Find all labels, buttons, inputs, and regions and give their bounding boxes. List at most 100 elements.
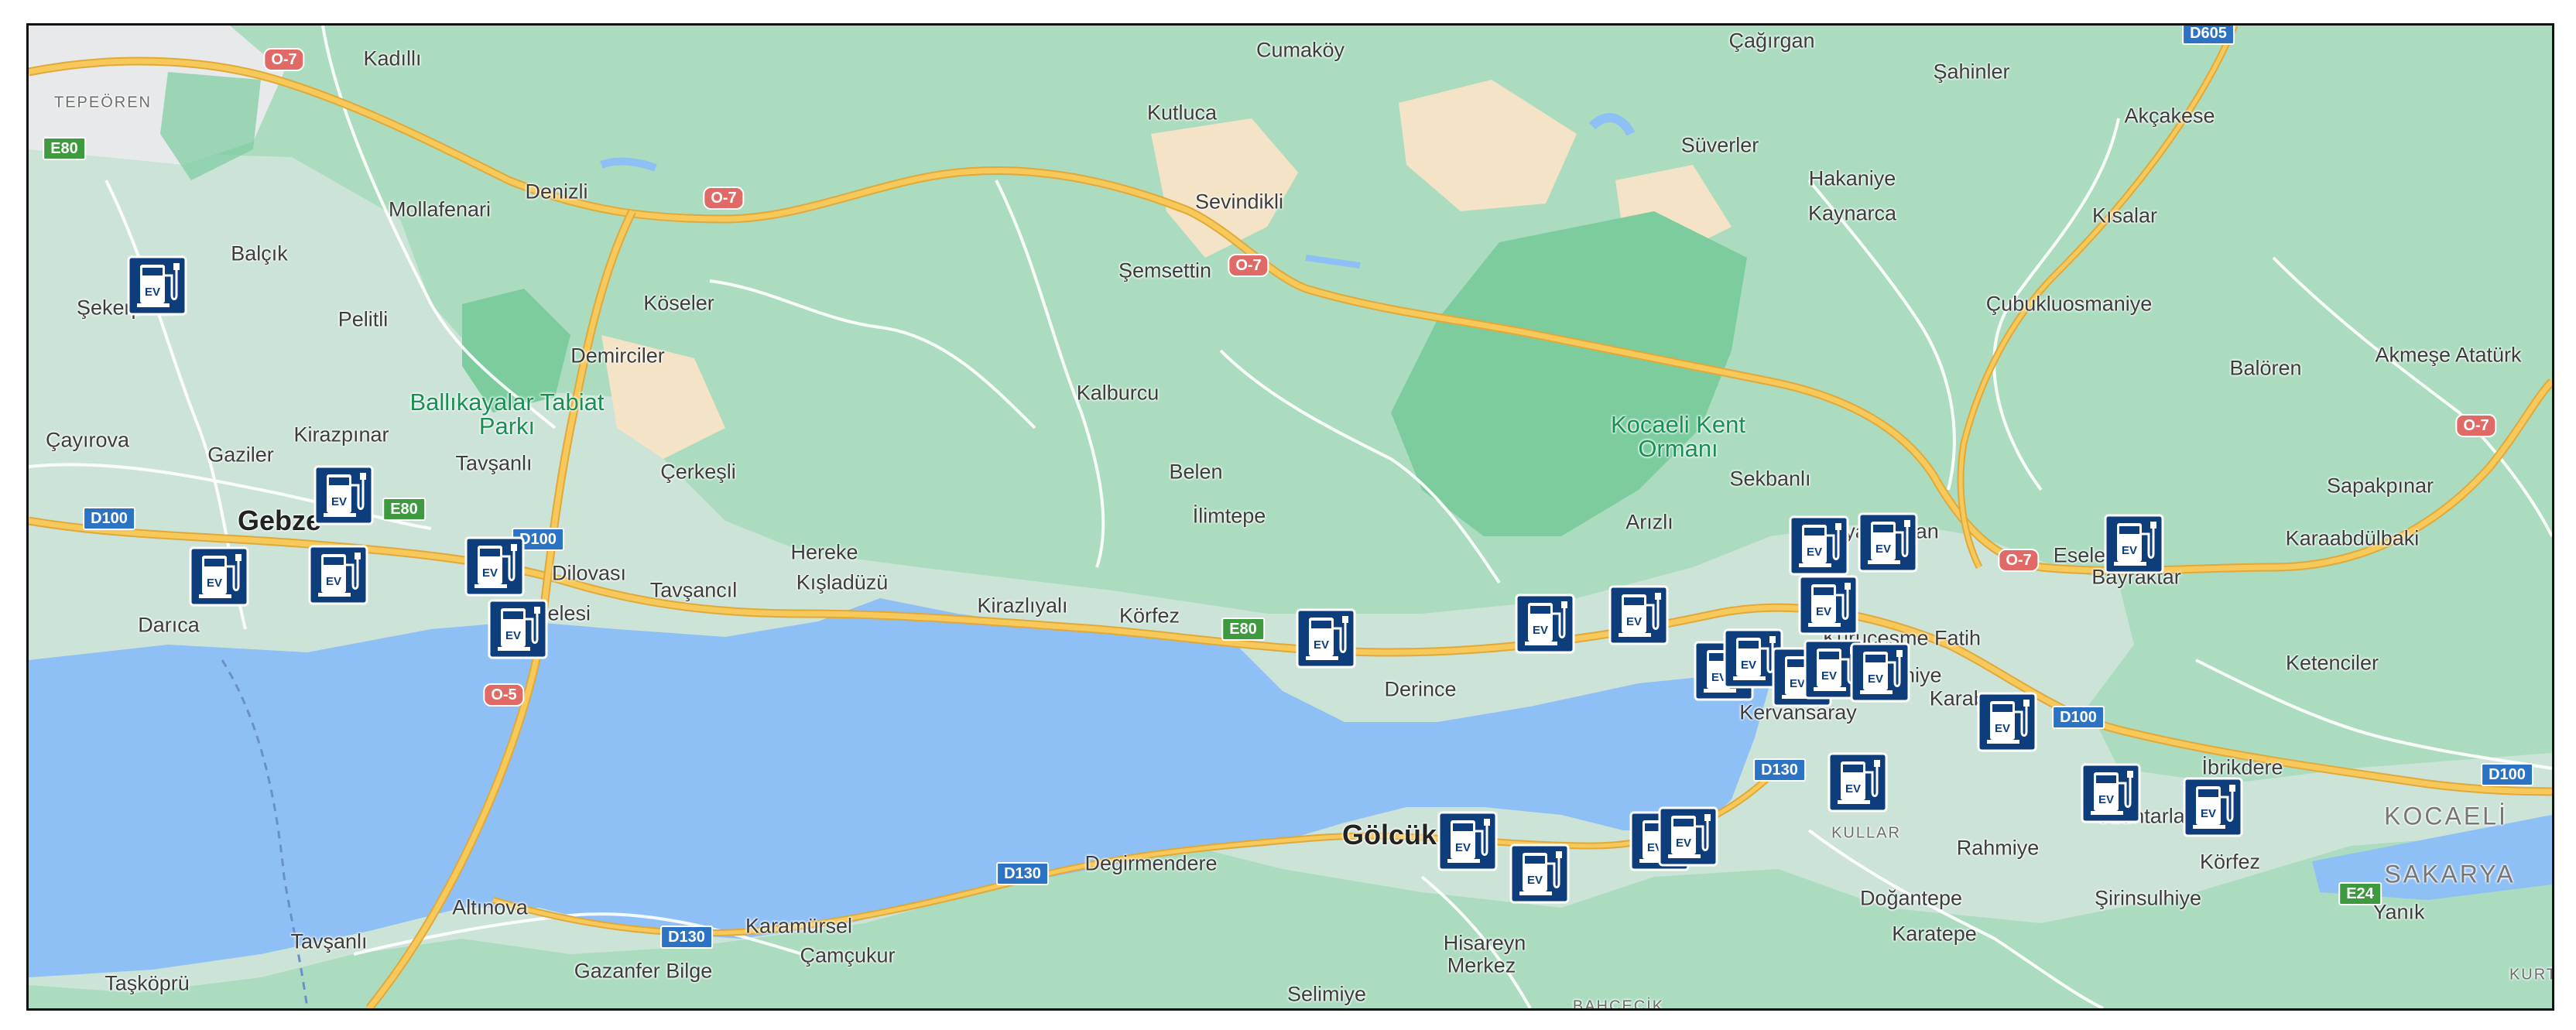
place-label: Çerkeşli — [660, 460, 736, 484]
place-label: BAHÇECİK — [1572, 997, 1665, 1011]
place-label: SAKARYA — [2384, 860, 2516, 888]
ev-charging-station-icon[interactable]: EV — [1858, 512, 1918, 573]
place-label: KURT — [2509, 966, 2554, 984]
place-label: Hisareyn — [1443, 931, 1526, 955]
place-label: Karaabdülbaki — [2285, 526, 2420, 550]
place-label: Körfez — [1118, 604, 1180, 628]
ev-charging-station-icon[interactable]: EV — [1798, 575, 1858, 635]
ev-charging-station-icon[interactable]: EV — [464, 536, 525, 597]
ev-charging-station-icon[interactable]: EV — [488, 599, 548, 659]
place-label: Çubukluosmaniye — [1985, 292, 2153, 316]
place-label: Çamçukur — [800, 943, 896, 967]
place-label: Çayırova — [45, 428, 130, 452]
ev-marker-label: EV — [1807, 546, 1822, 559]
ev-charging-station-icon[interactable]: EV — [1658, 806, 1718, 867]
road-shield: D130 — [1753, 758, 1806, 782]
place-label: Sevindikli — [1194, 190, 1284, 214]
place-label: Hakaniye — [1808, 166, 1896, 190]
place-label: Tavşanlı — [455, 451, 533, 475]
ev-marker-label: EV — [1995, 722, 2010, 735]
place-label: Karatepe — [1892, 922, 1977, 946]
place-label: Sekbanlı — [1729, 467, 1811, 491]
place-label: Çağırgan — [1728, 29, 1815, 53]
place-label: Kısalar — [2091, 204, 2158, 228]
map-viewport[interactable]: Kadıllı TEPEÖREN Mollafenari Denizli Balçık Ş… — [26, 23, 2554, 1011]
ev-marker-label: EV — [1845, 782, 1861, 796]
road-shield: D130 — [660, 926, 713, 949]
place-label: Rahmiye — [1956, 836, 2040, 860]
ev-marker-label: EV — [1816, 605, 1831, 618]
place-label: Körfez — [2199, 850, 2261, 874]
ev-charging-station-icon[interactable]: EV — [189, 546, 249, 607]
place-label: Taşköprü — [104, 971, 190, 995]
place-label: Kutluca — [1146, 101, 1218, 125]
place-label: Gazanfer Bilge — [574, 959, 713, 983]
ev-charging-station-icon[interactable]: EV — [2081, 763, 2141, 823]
ev-marker-label: EV — [505, 629, 521, 642]
place-label: Denizli — [525, 180, 588, 204]
ev-marker-label: EV — [326, 575, 341, 588]
place-label: Kadıllı — [363, 46, 422, 70]
place-label: Akmeşe Atatürk — [2375, 343, 2522, 367]
place-label: Gaziler — [207, 443, 274, 467]
place-label: KOCAELİ — [2384, 802, 2508, 830]
place-label: Kirazlıyalı — [977, 594, 1068, 618]
ev-charging-station-icon[interactable]: EV — [127, 255, 187, 316]
place-label: Şirinsulhiye — [2094, 886, 2202, 910]
place-label: Şahinler — [1933, 60, 2010, 84]
ev-charging-station-icon[interactable]: EV — [1515, 594, 1575, 654]
ev-marker-label: EV — [2098, 793, 2114, 806]
place-label: TEPEÖREN — [53, 94, 152, 111]
place-label: Balören — [2229, 356, 2302, 380]
ev-marker-label: EV — [1626, 615, 1642, 628]
place-label: Sapakpınar — [2326, 474, 2434, 498]
road-shield: O-5 — [483, 683, 525, 707]
ev-marker-label: EV — [207, 577, 222, 590]
place-label: Şemsettin — [1118, 258, 1212, 282]
ev-charging-station-icon[interactable]: EV — [2104, 514, 2164, 574]
ev-marker-label: EV — [482, 566, 498, 580]
place-label: KULLAR — [1831, 824, 1901, 842]
place-label: Hereke — [790, 540, 858, 564]
road-shield: O-7 — [1998, 549, 2040, 572]
ev-charging-station-icon[interactable]: EV — [2183, 777, 2243, 837]
place-label: Arızlı — [1625, 510, 1673, 534]
road-shield: E80 — [43, 137, 86, 160]
ev-marker-label: EV — [2201, 807, 2216, 820]
ev-charging-station-icon[interactable]: EV — [313, 465, 374, 525]
place-label: Dilovası — [551, 561, 627, 585]
ev-marker-label: EV — [1868, 672, 1883, 686]
road-shield: O-7 — [1228, 254, 1269, 277]
ev-marker-label: EV — [1821, 669, 1837, 683]
place-label: Ketenciler — [2285, 651, 2379, 675]
ev-marker-label: EV — [1790, 677, 1805, 690]
road-shield: O-7 — [703, 186, 745, 210]
ev-charging-station-icon[interactable]: EV — [1509, 844, 1570, 904]
place-label: Köseler — [643, 291, 714, 315]
ev-charging-station-icon[interactable]: EV — [1850, 642, 1910, 703]
ev-marker-label: EV — [1875, 542, 1891, 556]
ev-marker-label: EV — [331, 495, 347, 508]
place-label: Karamürsel — [745, 914, 853, 938]
place-label: Kocaeli Kent Ormanı — [1610, 411, 1746, 462]
road-shield: E24 — [2338, 882, 2382, 905]
ev-charging-station-icon[interactable]: EV — [308, 545, 368, 605]
ev-charging-station-icon[interactable]: EV — [1828, 752, 1888, 813]
road-shield: O-7 — [2455, 414, 2497, 437]
ev-charging-station-icon[interactable]: EV — [1437, 811, 1498, 871]
place-label: Balçık — [231, 241, 288, 265]
road-shield: O-7 — [263, 48, 305, 71]
place-label: Tavşancıl — [649, 578, 738, 602]
ev-charging-station-icon[interactable]: EV — [1977, 692, 2037, 752]
place-label: Mollafenari — [388, 197, 492, 221]
place-label: Selimiye — [1286, 982, 1367, 1006]
road-shield: D100 — [83, 507, 135, 530]
road-shield: D605 — [2182, 26, 2235, 45]
ev-charging-station-icon[interactable]: EV — [1789, 515, 1849, 576]
place-label: Kirazpınar — [293, 423, 389, 447]
place-label: Degirmendere — [1084, 851, 1218, 875]
ev-charging-station-icon[interactable]: EV — [1296, 608, 1356, 669]
ev-charging-station-icon[interactable]: EV — [1608, 585, 1669, 645]
ev-marker-label: EV — [1533, 624, 1548, 637]
place-label: Gölcük — [1341, 819, 1437, 850]
